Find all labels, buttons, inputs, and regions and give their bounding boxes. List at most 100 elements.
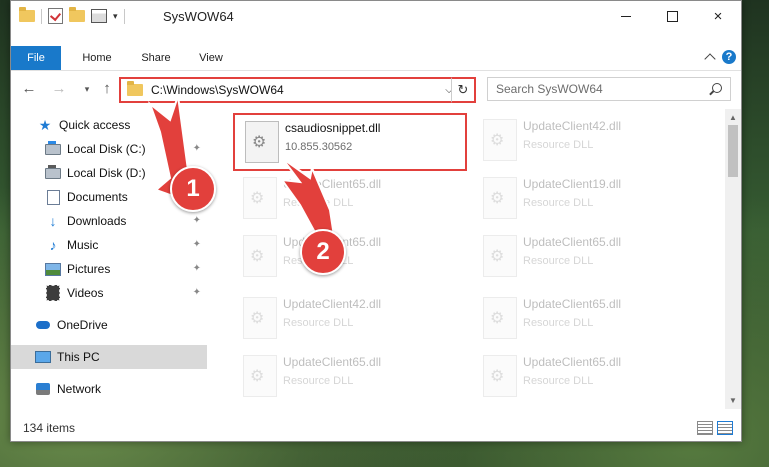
- music-icon: ♪: [49, 237, 57, 253]
- pin-icon[interactable]: ✦: [193, 215, 201, 226]
- dll-file-icon: [483, 297, 517, 339]
- scroll-down-icon[interactable]: ▼: [729, 396, 737, 405]
- file-description: Resource DLL: [283, 317, 354, 329]
- network-icon: [35, 382, 51, 396]
- navigation-pane: ★ Quick access Local Disk (C:) ✦ Local D…: [11, 109, 207, 409]
- refresh-icon: ↻: [457, 82, 469, 97]
- nav-item-label: Videos: [67, 286, 104, 300]
- ribbon-right-controls: ?: [704, 50, 736, 65]
- ribbon-tabs: File Home Share View ?: [11, 46, 741, 71]
- pin-icon[interactable]: ✦: [193, 143, 201, 154]
- toolbar-divider: [41, 8, 42, 24]
- scroll-up-icon[interactable]: ▲: [729, 113, 737, 122]
- file-tile[interactable]: UpdateClient42.dll Resource DLL: [233, 291, 463, 345]
- computer-icon: [35, 350, 51, 364]
- tiles-view-icon[interactable]: [717, 421, 733, 435]
- help-icon[interactable]: ?: [722, 50, 736, 64]
- file-description: Resource DLL: [523, 255, 594, 267]
- back-arrow-icon[interactable]: ←: [19, 79, 39, 99]
- pin-icon[interactable]: ✦: [193, 263, 201, 274]
- nav-item-onedrive[interactable]: OneDrive: [35, 313, 207, 337]
- file-description: Resource DLL: [523, 375, 594, 387]
- file-name: UpdateClient65.dll: [523, 297, 622, 311]
- dll-file-icon: [243, 297, 277, 339]
- tab-share[interactable]: Share: [129, 46, 183, 70]
- file-tile-csaudiosnippet[interactable]: csaudiosnippet.dll 10.855.30562: [233, 113, 467, 171]
- nav-item-downloads[interactable]: ↓ Downloads ✦: [45, 209, 207, 233]
- star-icon: ★: [38, 116, 52, 133]
- file-tile[interactable]: UpdateClient65.dll Resource DLL: [473, 229, 703, 283]
- window-title: SysWOW64: [163, 9, 234, 24]
- file-name: UpdateClient65.dll: [523, 235, 622, 249]
- maximize-button[interactable]: [649, 1, 695, 32]
- download-icon: ↓: [49, 213, 57, 229]
- search-input[interactable]: [494, 81, 698, 97]
- dll-file-icon: [243, 355, 277, 397]
- properties-icon[interactable]: [91, 9, 107, 23]
- tab-file[interactable]: File: [11, 46, 61, 70]
- address-bar[interactable]: C:\Windows\SysWOW64 ⌵: [119, 77, 461, 103]
- file-tile[interactable]: UpdateClient65.dll Resource DLL: [473, 291, 703, 345]
- document-icon: [45, 189, 61, 205]
- scroll-thumb[interactable]: [728, 125, 738, 177]
- window-controls: ×: [603, 1, 741, 32]
- tab-view[interactable]: View: [187, 46, 235, 70]
- file-tile[interactable]: UpdateClient65.dll Resource DLL: [233, 229, 463, 283]
- pin-icon[interactable]: ✦: [193, 287, 201, 298]
- file-tile[interactable]: UpdateClient42.dll Resource DLL: [473, 113, 703, 167]
- nav-item-label: Local Disk (D:): [67, 166, 146, 180]
- file-name: UpdateClient65.dll: [523, 355, 622, 369]
- up-arrow-icon[interactable]: ↑: [97, 79, 117, 99]
- file-description: Resource DLL: [283, 375, 354, 387]
- nav-item-label: Pictures: [67, 262, 111, 276]
- search-icon[interactable]: [712, 83, 722, 93]
- file-description: Resource DLL: [523, 317, 594, 329]
- folder-icon: [19, 7, 35, 22]
- file-name: UpdateClient42.dll: [283, 297, 382, 311]
- nav-item-network[interactable]: Network: [35, 377, 207, 401]
- nav-item-label: Downloads: [67, 214, 127, 228]
- nav-item-this-pc[interactable]: This PC: [11, 345, 207, 369]
- file-name: csaudiosnippet.dll: [285, 121, 381, 135]
- customize-toolbar-dropdown-icon[interactable]: ▾: [113, 11, 118, 22]
- file-tile[interactable]: UpdateClient19.dll Resource DLL: [473, 171, 703, 225]
- file-description: Resource DLL: [523, 197, 594, 209]
- step-1-badge: 1: [170, 166, 216, 212]
- file-tile[interactable]: UpdateClient65.dll Resource DLL: [233, 349, 463, 403]
- minimize-icon: [621, 16, 631, 17]
- vertical-scrollbar[interactable]: ▲ ▼: [725, 109, 741, 409]
- pin-icon[interactable]: ✦: [193, 239, 201, 250]
- nav-item-local-disk-c[interactable]: Local Disk (C:) ✦: [45, 137, 207, 161]
- dll-file-icon: [245, 121, 279, 163]
- file-description: Resource DLL: [283, 197, 354, 209]
- folder-icon: [127, 81, 143, 96]
- minimize-button[interactable]: [603, 1, 649, 32]
- dll-file-icon: [483, 119, 517, 161]
- details-view-icon[interactable]: [697, 421, 713, 435]
- address-path[interactable]: C:\Windows\SysWOW64: [151, 83, 439, 97]
- navigation-row: ← → ▾ ↑ C:\Windows\SysWOW64 ⌵ ↻: [11, 77, 741, 103]
- recent-locations-dropdown-icon[interactable]: ▾: [77, 79, 97, 99]
- new-folder-icon[interactable]: [69, 7, 85, 22]
- nav-item-videos[interactable]: Videos ✦: [45, 281, 207, 305]
- close-button[interactable]: ×: [695, 1, 741, 32]
- file-tile[interactable]: UpdateClient65.dll Resource DLL: [473, 349, 703, 403]
- nav-item-quick-access[interactable]: ★ Quick access: [37, 113, 207, 137]
- picture-icon: [45, 262, 61, 276]
- maximize-icon: [666, 11, 678, 22]
- search-box[interactable]: [487, 77, 731, 101]
- file-name: UpdateClient19.dll: [523, 177, 622, 191]
- close-icon: ×: [713, 8, 723, 25]
- nav-item-pictures[interactable]: Pictures ✦: [45, 257, 207, 281]
- video-icon: [45, 285, 61, 301]
- tab-home[interactable]: Home: [69, 46, 125, 70]
- forward-arrow-icon[interactable]: →: [49, 79, 69, 99]
- nav-item-label: OneDrive: [57, 318, 108, 332]
- file-name: UpdateClient65.dll: [283, 355, 382, 369]
- collapse-ribbon-icon[interactable]: [704, 53, 716, 65]
- file-tile[interactable]: UpdateClient65.dll Resource DLL: [233, 171, 463, 225]
- properties-check-icon[interactable]: [48, 8, 63, 24]
- refresh-button[interactable]: ↻: [451, 77, 476, 103]
- nav-item-music[interactable]: ♪ Music ✦: [45, 233, 207, 257]
- nav-item-label: Local Disk (C:): [67, 142, 146, 156]
